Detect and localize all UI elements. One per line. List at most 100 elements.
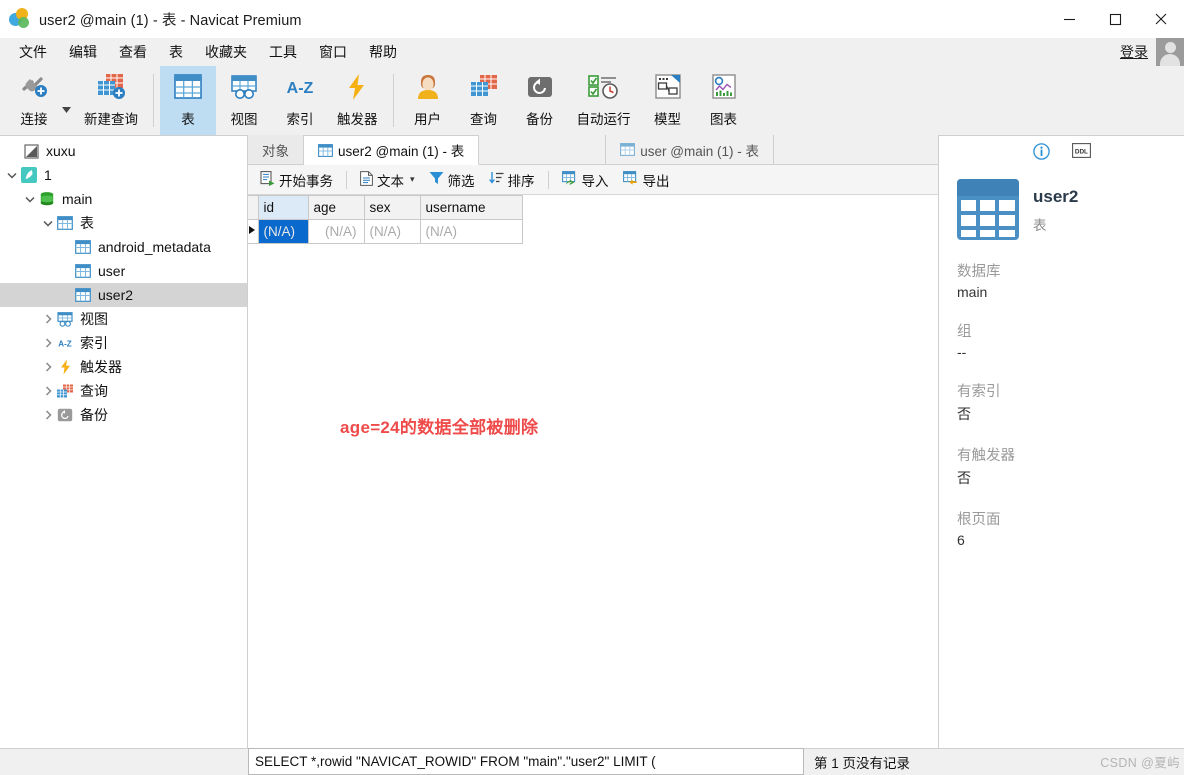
- filter-button[interactable]: 筛选: [423, 167, 481, 193]
- sidebar-item-label: 1: [44, 168, 52, 182]
- sidebar-item-triggers[interactable]: 触发器: [0, 355, 247, 379]
- sidebar-item-android-metadata[interactable]: android_metadata: [0, 235, 247, 259]
- data-toolbar: 开始事务 文本 ▾ 筛选: [248, 165, 938, 195]
- view-icon: [56, 311, 74, 327]
- toolbar-button-user[interactable]: 用户: [400, 66, 456, 135]
- begin-transaction-label: 开始事务: [279, 170, 333, 190]
- column-header-id[interactable]: id: [258, 196, 308, 220]
- toolbar-button-view[interactable]: 视图: [216, 66, 272, 135]
- text-file-icon: [360, 171, 373, 189]
- info-field-root-page: 根页面 6: [957, 508, 1184, 548]
- data-grid[interactable]: id age sex username (N/A) (N/A) (N/A) (: [248, 195, 938, 748]
- window-title: user2 @main (1) - 表 - Navicat Premium: [39, 9, 302, 30]
- menu-item-window[interactable]: 窗口: [308, 39, 358, 65]
- connection-dropdown-caret-icon[interactable]: [62, 66, 75, 135]
- chevron-right-icon[interactable]: [40, 410, 56, 420]
- toolbar-button-trigger[interactable]: 触发器: [328, 66, 387, 135]
- info-panel-tabs: DDL: [957, 136, 1184, 165]
- menu-item-help[interactable]: 帮助: [358, 39, 408, 65]
- sidebar-item-backups[interactable]: 备份: [0, 403, 247, 427]
- menu-item-file[interactable]: 文件: [8, 39, 58, 65]
- chevron-down-icon[interactable]: [40, 220, 56, 227]
- cell-username[interactable]: (N/A): [420, 220, 522, 244]
- import-button[interactable]: 导入: [556, 167, 615, 193]
- status-record-info: 第 1 页没有记录: [804, 748, 1184, 775]
- toolbar-separator: [393, 74, 394, 127]
- chevron-right-icon[interactable]: [40, 362, 56, 372]
- chevron-right-icon[interactable]: [40, 314, 56, 324]
- export-button[interactable]: 导出: [617, 167, 676, 193]
- info-field-group: 组 --: [957, 320, 1184, 360]
- cell-id[interactable]: (N/A): [258, 220, 308, 244]
- menu-item-view[interactable]: 查看: [108, 39, 158, 65]
- ddl-icon[interactable]: DDL: [1072, 143, 1091, 165]
- status-bar-left: [0, 748, 248, 775]
- table-row[interactable]: (N/A) (N/A) (N/A) (N/A): [248, 220, 522, 244]
- login-link[interactable]: 登录: [1120, 42, 1156, 62]
- sidebar-item-queries[interactable]: 查询: [0, 379, 247, 403]
- editor-area: 对象 user2 @main (1) - 表 user @main (1) - …: [248, 136, 938, 774]
- toolbar-button-backup[interactable]: 备份: [512, 66, 568, 135]
- navigation-sidebar[interactable]: xuxu 1: [0, 136, 248, 774]
- import-icon: [562, 171, 578, 189]
- info-circle-icon[interactable]: [1033, 143, 1050, 165]
- chevron-down-icon[interactable]: [22, 196, 38, 203]
- menu-item-edit[interactable]: 编辑: [58, 39, 108, 65]
- toolbar-button-new-query[interactable]: 新建查询: [75, 66, 147, 135]
- table-icon: [74, 239, 92, 255]
- table-icon: [620, 143, 635, 156]
- sidebar-item-label: 视图: [80, 312, 108, 326]
- text-button[interactable]: 文本 ▾: [354, 167, 421, 193]
- info-value: main: [957, 284, 1184, 300]
- sidebar-item-user[interactable]: user: [0, 259, 247, 283]
- object-name-block: user2 表: [1033, 179, 1078, 234]
- tab-user2-table[interactable]: user2 @main (1) - 表: [304, 136, 479, 165]
- toolbar-button-index[interactable]: A-Z 索引: [272, 66, 328, 135]
- tab-objects[interactable]: 对象: [248, 135, 304, 164]
- user-avatar-icon[interactable]: [1156, 38, 1184, 66]
- tab-user-table[interactable]: user @main (1) - 表: [605, 135, 774, 164]
- toolbar-button-connection[interactable]: 连接: [6, 66, 62, 135]
- sidebar-item-user2[interactable]: user2: [0, 283, 247, 307]
- toolbar-button-chart[interactable]: 图表: [696, 66, 752, 135]
- sidebar-item-indexes[interactable]: A-Z 索引: [0, 331, 247, 355]
- chevron-right-icon[interactable]: [40, 386, 56, 396]
- toolbar-button-model[interactable]: 模型: [640, 66, 696, 135]
- sidebar-item-label: 备份: [80, 408, 108, 422]
- toolbar-button-query[interactable]: 查询: [456, 66, 512, 135]
- sidebar-item-connection-1[interactable]: 1: [0, 163, 247, 187]
- sidebar-item-xuxu[interactable]: xuxu: [0, 139, 247, 163]
- info-label: 数据库: [957, 260, 1184, 281]
- sidebar-item-label: user2: [98, 288, 133, 302]
- sort-button[interactable]: 排序: [483, 167, 541, 193]
- menu-item-favorites[interactable]: 收藏夹: [194, 39, 258, 65]
- sidebar-item-tables-folder[interactable]: 表: [0, 211, 247, 235]
- toolbar-button-table[interactable]: 表: [160, 66, 216, 135]
- minimize-icon[interactable]: [1046, 0, 1092, 38]
- info-value: 6: [957, 532, 1184, 548]
- toolbar-button-automation[interactable]: 自动运行: [568, 66, 640, 135]
- column-header-sex[interactable]: sex: [364, 196, 420, 220]
- menu-item-table[interactable]: 表: [158, 39, 194, 65]
- maximize-icon[interactable]: [1092, 0, 1138, 38]
- sidebar-item-main[interactable]: main: [0, 187, 247, 211]
- status-sql-text[interactable]: SELECT *,rowid "NAVICAT_ROWID" FROM "mai…: [248, 748, 804, 775]
- sidebar-item-label: android_metadata: [98, 240, 211, 254]
- column-header-username[interactable]: username: [420, 196, 522, 220]
- column-header-age[interactable]: age: [308, 196, 364, 220]
- toolbar-label: 连接: [21, 108, 48, 128]
- begin-transaction-button[interactable]: 开始事务: [254, 167, 339, 193]
- chevron-right-icon[interactable]: [40, 338, 56, 348]
- menu-item-tools[interactable]: 工具: [258, 39, 308, 65]
- trigger-bolt-icon: [56, 359, 74, 375]
- query-icon: [468, 70, 500, 104]
- cell-age[interactable]: (N/A): [308, 220, 364, 244]
- trigger-bolt-icon: [345, 70, 369, 104]
- close-icon[interactable]: [1138, 0, 1184, 38]
- sidebar-item-views[interactable]: 视图: [0, 307, 247, 331]
- export-icon: [623, 171, 639, 189]
- chevron-down-icon[interactable]: ▾: [410, 174, 415, 185]
- table-big-icon: [957, 179, 1019, 240]
- cell-sex[interactable]: (N/A): [364, 220, 420, 244]
- chevron-down-icon[interactable]: [4, 172, 20, 179]
